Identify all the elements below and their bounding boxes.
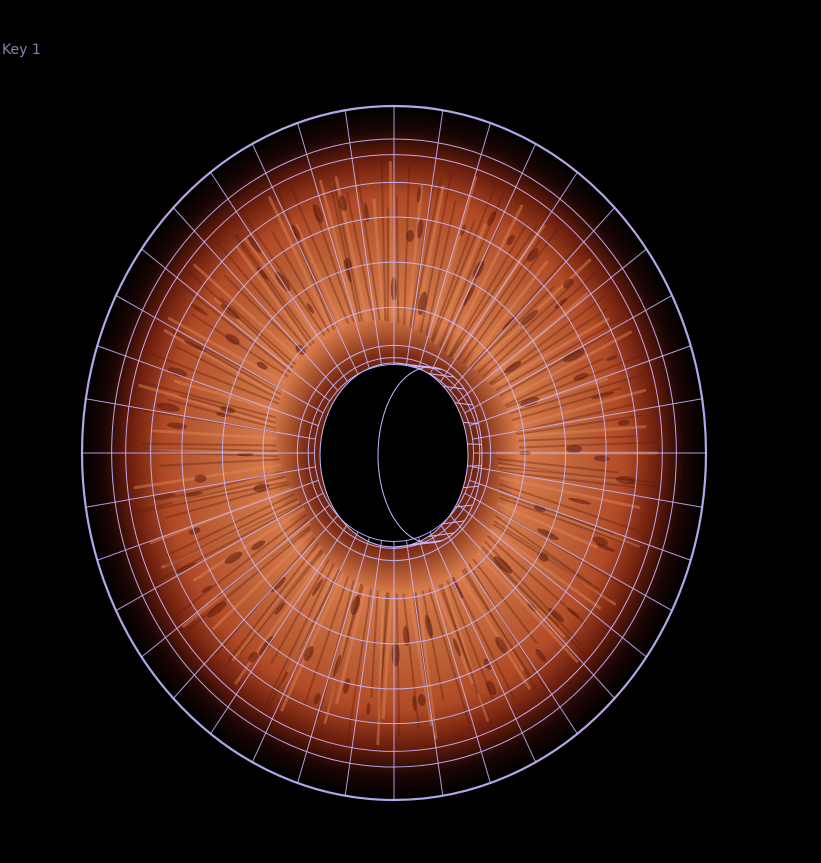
iris-mesh-render[interactable] xyxy=(0,0,821,863)
3d-viewport[interactable]: Key 1 xyxy=(0,0,821,863)
iris-fiber xyxy=(395,195,400,324)
